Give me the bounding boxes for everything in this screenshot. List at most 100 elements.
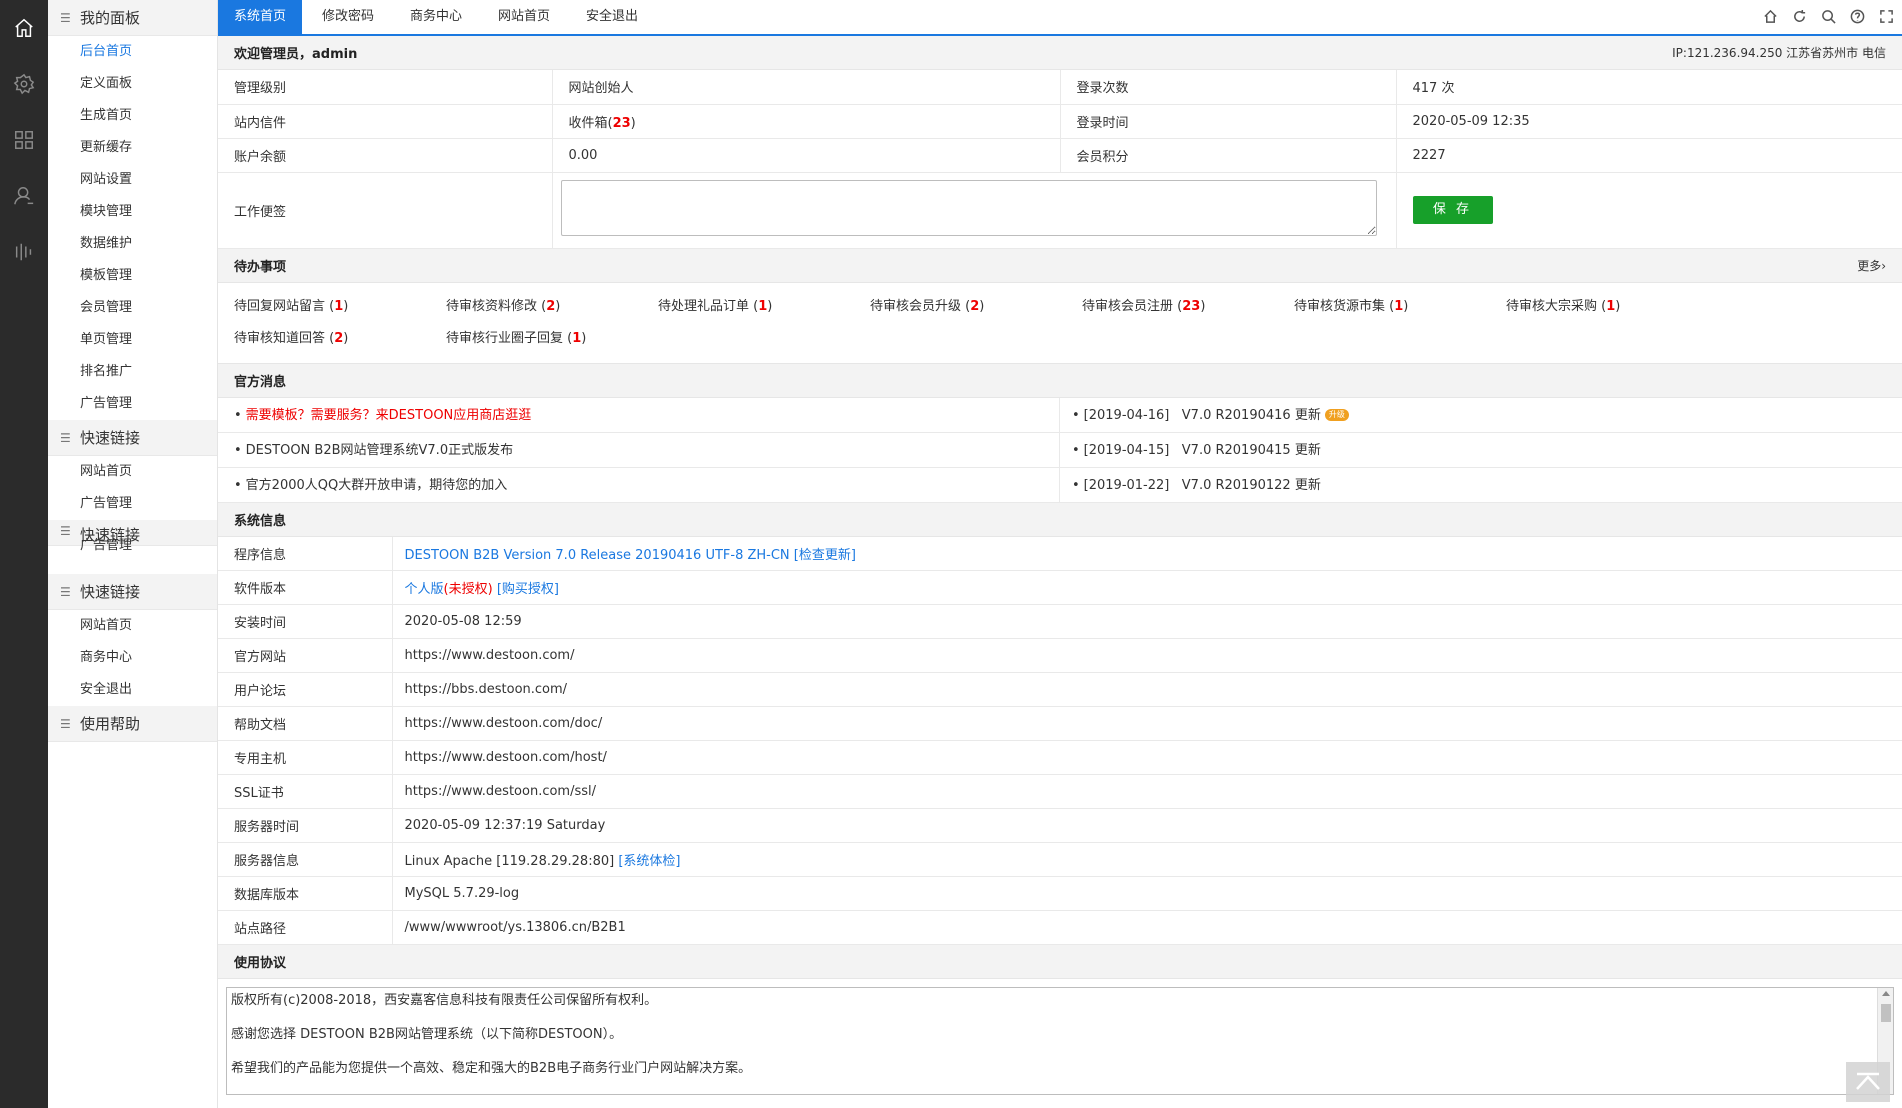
- todo-item[interactable]: 待审核大宗采购 (1): [1506, 291, 1718, 323]
- news-text: DESTOON B2B网站管理系统V7.0正式版发布: [245, 442, 514, 458]
- main-content: 欢迎管理员，admin IP:121.236.94.250 江苏省苏州市 电信 …: [218, 36, 1902, 1108]
- sysinfo-value[interactable]: https://www.destoon.com/ssl/: [392, 774, 1902, 809]
- todo-item[interactable]: 待审核行业圈子回复 (1): [446, 323, 658, 355]
- sidebar-item-data-maintain[interactable]: 数据维护: [48, 228, 217, 260]
- user-icon[interactable]: [12, 184, 36, 208]
- sidebar-group-quick-links[interactable]: ☰ 快速链接: [48, 574, 217, 610]
- agreement-textbox[interactable]: 版权所有(c)2008-2018，西安嘉客信息科技有限责任公司保留所有权利。 感…: [226, 987, 1894, 1095]
- tab-logout[interactable]: 安全退出: [570, 0, 654, 34]
- update-item[interactable]: • [2019-04-16] V7.0 R20190416 更新 升级: [1060, 398, 1902, 433]
- scroll-thumb[interactable]: [1881, 1004, 1891, 1022]
- check-update-link[interactable]: [检查更新]: [794, 548, 856, 563]
- news-text: 官方2000人QQ大群开放申请，期待您的加入: [245, 477, 508, 493]
- news-header: 官方消息: [218, 363, 1902, 398]
- sysinfo-label: 用户论坛: [218, 672, 393, 707]
- todo-label: 待审核大宗采购: [1506, 298, 1598, 314]
- server-info-text: Linux Apache [119.28.29.28:80]: [404, 854, 615, 869]
- sidebar-item-page-manage[interactable]: 单页管理: [48, 324, 217, 356]
- sidebar-item-site-home[interactable]: 网站首页: [48, 610, 217, 642]
- points-label: 会员积分: [1060, 138, 1397, 173]
- edition-link[interactable]: 个人版: [405, 582, 444, 597]
- todo-item[interactable]: 待审核货源市集 (1): [1294, 291, 1506, 323]
- system-check-link[interactable]: [系统体检]: [618, 854, 680, 869]
- sidebar-item-site-settings[interactable]: 网站设置: [48, 164, 217, 196]
- agreement-header: 使用协议: [218, 945, 1902, 979]
- account-table: 管理级别 网站创始人 登录次数 417 次 站内信件 收件箱(23) 登录时间 …: [218, 70, 1902, 249]
- search-icon[interactable]: [1819, 7, 1838, 26]
- login-count-label: 登录次数: [1060, 70, 1397, 105]
- more-link[interactable]: 更多›: [1857, 257, 1886, 274]
- sidebar: ☰ 我的面板 后台首页 定义面板 生成首页 更新缓存 网站设置 模块管理 数据维…: [48, 0, 218, 1108]
- level-value: 网站创始人: [552, 70, 1061, 105]
- todo-label: 待审核会员注册: [1082, 298, 1174, 314]
- login-time-label: 登录时间: [1060, 104, 1397, 139]
- sidebar-item-generate-home[interactable]: 生成首页: [48, 100, 217, 132]
- tab-change-password[interactable]: 修改密码: [306, 0, 390, 34]
- tab-system-home[interactable]: 系统首页: [218, 0, 303, 34]
- todo-item[interactable]: 待审核会员升级 (2): [870, 291, 1082, 323]
- version-link[interactable]: DESTOON B2B Version 7.0 Release 20190416…: [405, 548, 790, 563]
- home-icon[interactable]: [1761, 7, 1780, 26]
- inbox-suffix: ): [630, 115, 636, 131]
- tab-business-center[interactable]: 商务中心: [394, 0, 478, 34]
- buy-license-link[interactable]: [购买授权]: [497, 582, 559, 597]
- sidebar-item-module-manage[interactable]: 模块管理: [48, 196, 217, 228]
- sysinfo-label: 软件版本: [218, 570, 393, 605]
- grid-icon[interactable]: [12, 128, 36, 152]
- help-icon[interactable]: [1848, 7, 1867, 26]
- sidebar-item-ranking-promo[interactable]: 排名推广: [48, 356, 217, 388]
- tab-site-home[interactable]: 网站首页: [482, 0, 566, 34]
- sidebar-item-admin-home[interactable]: 后台首页: [48, 36, 217, 68]
- sysinfo-value: 2020-05-08 12:59: [392, 604, 1902, 639]
- sidebar-item-site-home[interactable]: 网站首页: [48, 456, 217, 488]
- update-item[interactable]: • [2019-01-22] V7.0 R20190122 更新: [1060, 468, 1902, 503]
- update-item[interactable]: • [2019-04-15] V7.0 R20190415 更新: [1060, 433, 1902, 468]
- sidebar-item-ad-manage[interactable]: 广告管理: [48, 488, 217, 520]
- gear-icon[interactable]: [12, 72, 36, 96]
- news-item[interactable]: • 官方2000人QQ大群开放申请，期待您的加入: [218, 468, 1059, 503]
- sysinfo-value: 个人版(未授权) [购买授权]: [392, 570, 1902, 605]
- sidebar-item-member-manage[interactable]: 会员管理: [48, 292, 217, 324]
- todo-list: 待回复网站留言 (1) 待审核资料修改 (2) 待处理礼品订单 (1) 待审核会…: [218, 283, 1902, 364]
- todo-item[interactable]: 待审核资料修改 (2): [446, 291, 658, 323]
- todo-item[interactable]: 待审核知道回答 (2): [234, 323, 446, 355]
- home-icon[interactable]: [12, 16, 36, 40]
- sidebar-group-my-panel[interactable]: ☰ 我的面板: [48, 0, 217, 36]
- back-to-top-button[interactable]: [1846, 1062, 1890, 1102]
- sysinfo-value[interactable]: https://www.destoon.com/host/: [392, 740, 1902, 775]
- new-badge: 升级: [1324, 409, 1349, 421]
- update-text: V7.0 R20190415 更新: [1181, 442, 1321, 458]
- sidebar-item-ad-manage[interactable]: 广告管理: [48, 538, 217, 558]
- todo-label: 待审核行业圈子回复: [446, 330, 564, 346]
- sysinfo-value[interactable]: https://bbs.destoon.com/: [392, 672, 1902, 707]
- news-item[interactable]: • DESTOON B2B网站管理系统V7.0正式版发布: [218, 433, 1059, 468]
- bars-icon[interactable]: [12, 240, 36, 264]
- sidebar-item-ad-manage[interactable]: 广告管理: [48, 388, 217, 420]
- save-button[interactable]: 保 存: [1412, 196, 1493, 224]
- agreement-line: 希望我们的产品能为您提供一个高效、稳定和强大的B2B电子商务行业门户网站解决方案…: [231, 1061, 752, 1076]
- todo-item[interactable]: 待回复网站留言 (1): [234, 291, 446, 323]
- sidebar-group-help[interactable]: ☰ 使用帮助: [48, 706, 217, 742]
- memo-textarea[interactable]: [560, 180, 1377, 236]
- scroll-up-icon[interactable]: [1882, 991, 1890, 996]
- fullscreen-icon[interactable]: [1877, 7, 1896, 26]
- news-panel: • 需要模板？需要服务？来DESTOON应用商店逛逛 • DESTOON B2B网站…: [218, 397, 1902, 503]
- sysinfo-label: 站点路径: [218, 910, 393, 945]
- sidebar-item-business-center[interactable]: 商务中心: [48, 642, 217, 674]
- msg-value[interactable]: 收件箱(23): [552, 104, 1061, 139]
- sysinfo-value[interactable]: https://www.destoon.com/: [392, 638, 1902, 673]
- sysinfo-table: 程序信息 DESTOON B2B Version 7.0 Release 201…: [218, 536, 1902, 945]
- sidebar-item-template-manage[interactable]: 模板管理: [48, 260, 217, 292]
- list-icon: ☰: [60, 430, 71, 445]
- sidebar-group-quick-links[interactable]: ☰ 快速链接: [48, 420, 217, 456]
- agreement-line: 版权所有(c)2008-2018，西安嘉客信息科技有限责任公司保留所有权利。: [231, 993, 658, 1008]
- sidebar-item-define-panel[interactable]: 定义面板: [48, 68, 217, 100]
- sidebar-item-update-cache[interactable]: 更新缓存: [48, 132, 217, 164]
- sidebar-item-logout[interactable]: 安全退出: [48, 674, 217, 706]
- todo-item[interactable]: 待审核会员注册 (23): [1082, 291, 1294, 323]
- refresh-icon[interactable]: [1790, 7, 1809, 26]
- news-item[interactable]: • 需要模板？需要服务？来DESTOON应用商店逛逛: [218, 398, 1059, 433]
- points-value: 2227: [1396, 138, 1902, 173]
- todo-item[interactable]: 待处理礼品订单 (1): [658, 291, 870, 323]
- sysinfo-value[interactable]: https://www.destoon.com/doc/: [392, 706, 1902, 741]
